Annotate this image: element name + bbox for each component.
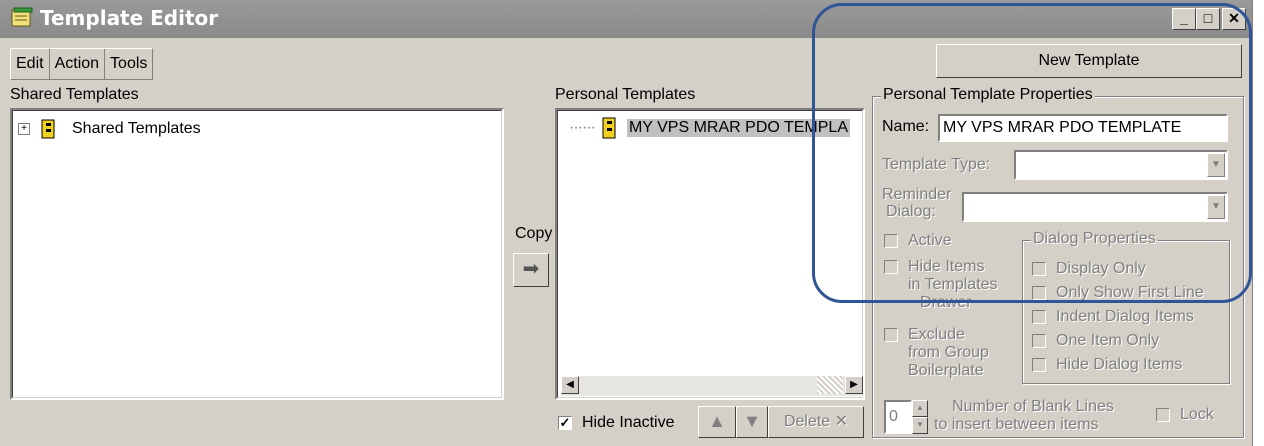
- spinner-down-icon[interactable]: ▼: [912, 417, 928, 434]
- panel-inner-border: [557, 110, 863, 398]
- horizontal-scrollbar[interactable]: ◀ ▶: [561, 376, 863, 396]
- new-template-label: New Template: [1038, 52, 1140, 69]
- checkbox-box[interactable]: [884, 328, 898, 342]
- checkbox-box[interactable]: [1032, 310, 1046, 324]
- template-folder-icon: [41, 119, 55, 139]
- chevron-down-icon[interactable]: ▼: [1207, 153, 1225, 177]
- reminder-label-line2: Dialog:: [886, 203, 936, 220]
- hide-inactive-checkbox[interactable]: ✓ Hide Inactive: [558, 414, 675, 432]
- menu-bar: Edit Action Tools: [10, 48, 154, 80]
- personal-templates-label: Personal Templates: [555, 86, 696, 103]
- name-label: Name:: [882, 118, 930, 135]
- template-type-label: Template Type:: [882, 156, 991, 173]
- checkbox-box[interactable]: [1156, 408, 1170, 422]
- delete-label: Delete: [783, 413, 831, 430]
- shared-templates-label: Shared Templates: [10, 86, 139, 103]
- one-item-only-label: One Item Only: [1056, 332, 1160, 349]
- menu-action[interactable]: Action: [50, 49, 106, 79]
- spinner-up-icon[interactable]: ▲: [912, 400, 928, 417]
- delete-x-icon: ✕: [834, 413, 849, 430]
- template-editor-window: Template Editor _ □ ✕ Edit Action Tools …: [0, 0, 1253, 446]
- move-up-button[interactable]: ▲: [698, 406, 736, 438]
- checkbox-box[interactable]: [884, 234, 898, 248]
- hide-inactive-label: Hide Inactive: [582, 414, 675, 431]
- hide-dialog-items-label: Hide Dialog Items: [1056, 356, 1183, 373]
- expand-icon[interactable]: +: [18, 123, 30, 135]
- exclude-line2: from Group: [908, 344, 989, 361]
- scroll-right-icon[interactable]: ▶: [845, 376, 863, 394]
- reminder-label-line1: Reminder: [882, 186, 952, 203]
- active-label: Active: [908, 232, 952, 249]
- display-only-label: Display Only: [1056, 260, 1146, 277]
- blank-lines-label: Number of Blank Lines to insert between …: [934, 398, 1114, 434]
- personal-template-label: MY VPS MRAR PDO TEMPLA: [626, 119, 850, 137]
- hide-dialog-items-checkbox[interactable]: Hide Dialog Items: [1032, 356, 1182, 374]
- hide-items-line2: in Templates: [908, 276, 998, 293]
- tree-item-label: Shared Templates: [72, 120, 201, 137]
- name-field[interactable]: MY VPS MRAR PDO TEMPLATE: [938, 114, 1228, 142]
- blank-lines-line1: Number of Blank Lines: [952, 398, 1114, 415]
- properties-group-title: Personal Template Properties: [881, 86, 1095, 104]
- exclude-line3: Boilerplate: [908, 362, 984, 379]
- move-down-button[interactable]: ▼: [736, 406, 768, 438]
- display-only-checkbox[interactable]: Display Only: [1032, 260, 1146, 278]
- lock-checkbox[interactable]: Lock: [1156, 406, 1214, 424]
- template-editor-icon: [11, 7, 33, 27]
- exclude-line1: Exclude: [908, 326, 965, 343]
- reminder-dialog-label: Reminder Dialog:: [882, 186, 951, 220]
- menu-edit[interactable]: Edit: [11, 49, 50, 79]
- template-type-combo[interactable]: ▼: [1014, 150, 1228, 180]
- scroll-left-icon[interactable]: ◀: [561, 376, 579, 394]
- exclude-checkbox[interactable]: Exclude from Group Boilerplate: [884, 326, 989, 380]
- checkbox-box[interactable]: [1032, 358, 1046, 372]
- hide-items-line3: Drawer: [920, 294, 972, 311]
- tree-item-shared-templates[interactable]: + Shared Templates: [18, 118, 201, 140]
- checkbox-box[interactable]: [1032, 334, 1046, 348]
- hide-items-label: Hide Items in Templates Drawer: [908, 258, 998, 312]
- indent-dialog-items-checkbox[interactable]: Indent Dialog Items: [1032, 308, 1194, 326]
- blank-lines-line2: to insert between items: [934, 416, 1099, 433]
- active-checkbox[interactable]: Active: [884, 232, 952, 250]
- menu-tools[interactable]: Tools: [105, 49, 152, 79]
- shared-templates-tree[interactable]: + Shared Templates: [10, 108, 504, 400]
- copy-arrow-button[interactable]: ➡: [513, 253, 549, 287]
- dialog-properties-title: Dialog Properties: [1031, 230, 1158, 248]
- one-item-only-checkbox[interactable]: One Item Only: [1032, 332, 1159, 350]
- exclude-label: Exclude from Group Boilerplate: [908, 326, 989, 380]
- checkbox-box[interactable]: [1032, 262, 1046, 276]
- checkbox-box[interactable]: ✓: [558, 416, 572, 430]
- template-folder-icon: [602, 117, 616, 139]
- panel-inner-border: [12, 110, 502, 398]
- personal-templates-tree[interactable]: ······ MY VPS MRAR PDO TEMPLA ◀ ▶: [555, 108, 865, 400]
- minimize-button[interactable]: _: [1172, 8, 1196, 30]
- indent-dialog-items-label: Indent Dialog Items: [1056, 308, 1194, 325]
- window-title: Template Editor: [40, 6, 219, 30]
- scroll-thumb[interactable]: [817, 376, 843, 394]
- chevron-down-icon[interactable]: ▼: [1207, 195, 1225, 219]
- blank-lines-spinner-field[interactable]: 0: [884, 400, 912, 434]
- only-show-first-line-checkbox[interactable]: Only Show First Line: [1032, 284, 1204, 302]
- reminder-dialog-combo[interactable]: ▼: [962, 192, 1228, 222]
- tree-item-personal-template[interactable]: ······ MY VPS MRAR PDO TEMPLA: [569, 116, 850, 140]
- copy-label: Copy: [515, 225, 553, 242]
- only-show-first-line-label: Only Show First Line: [1056, 284, 1204, 301]
- delete-button[interactable]: Delete ✕: [768, 406, 864, 438]
- new-template-button[interactable]: New Template: [936, 44, 1242, 78]
- hide-items-line1: Hide Items: [908, 258, 985, 275]
- close-button[interactable]: ✕: [1222, 8, 1246, 30]
- maximize-button[interactable]: □: [1196, 8, 1220, 30]
- tree-connector: ······: [569, 119, 596, 136]
- title-bar[interactable]: Template Editor _ □ ✕: [0, 0, 1252, 38]
- checkbox-box[interactable]: [884, 260, 898, 274]
- checkbox-box[interactable]: [1032, 286, 1046, 300]
- lock-label: Lock: [1180, 406, 1214, 423]
- hide-items-checkbox[interactable]: Hide Items in Templates Drawer: [884, 258, 998, 312]
